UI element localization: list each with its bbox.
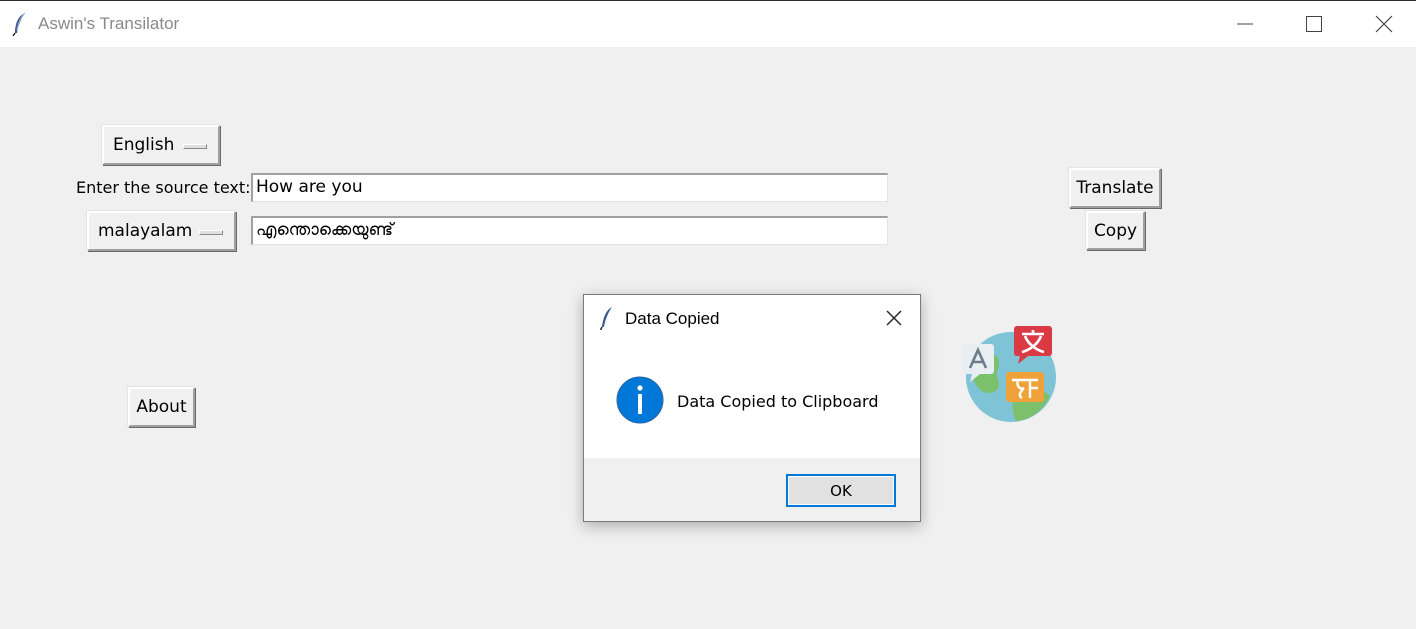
feather-icon xyxy=(12,12,26,36)
about-button[interactable]: About xyxy=(128,387,195,427)
ok-button[interactable]: OK xyxy=(786,474,896,507)
option-menu-indicator xyxy=(199,230,223,235)
close-button[interactable] xyxy=(1361,1,1407,47)
minimize-icon xyxy=(1237,23,1253,25)
title-bar: Aswin's Transilator xyxy=(0,0,1416,47)
maximize-icon xyxy=(1306,16,1322,32)
source-text-label: Enter the source text: xyxy=(76,178,251,197)
data-copied-dialog: Data Copied Data Copied to Clipboard OK xyxy=(583,294,921,522)
maximize-button[interactable] xyxy=(1291,1,1337,47)
translate-button[interactable]: Translate xyxy=(1069,168,1161,208)
globe-translate-icon xyxy=(962,326,1056,422)
dialog-title: Data Copied xyxy=(625,309,720,328)
copy-button[interactable]: Copy xyxy=(1086,211,1145,250)
target-language-value: malayalam xyxy=(98,221,193,241)
close-icon xyxy=(886,310,902,326)
window-title: Aswin's Transilator xyxy=(38,14,180,33)
feather-icon xyxy=(600,307,612,330)
translated-text-output[interactable]: എന്തൊക്കെയുണ്ട് xyxy=(251,216,888,245)
source-language-value: English xyxy=(113,135,175,155)
dialog-footer: OK xyxy=(584,458,920,521)
target-language-menu[interactable]: malayalam xyxy=(87,211,236,251)
info-icon xyxy=(616,376,664,424)
source-language-menu[interactable]: English xyxy=(102,125,220,165)
source-text-input[interactable]: How are you xyxy=(251,173,888,202)
option-menu-indicator xyxy=(183,144,207,149)
close-icon xyxy=(1375,15,1393,33)
dialog-close-button[interactable] xyxy=(884,308,904,328)
minimize-button[interactable] xyxy=(1222,1,1268,47)
dialog-message: Data Copied to Clipboard xyxy=(677,392,879,411)
